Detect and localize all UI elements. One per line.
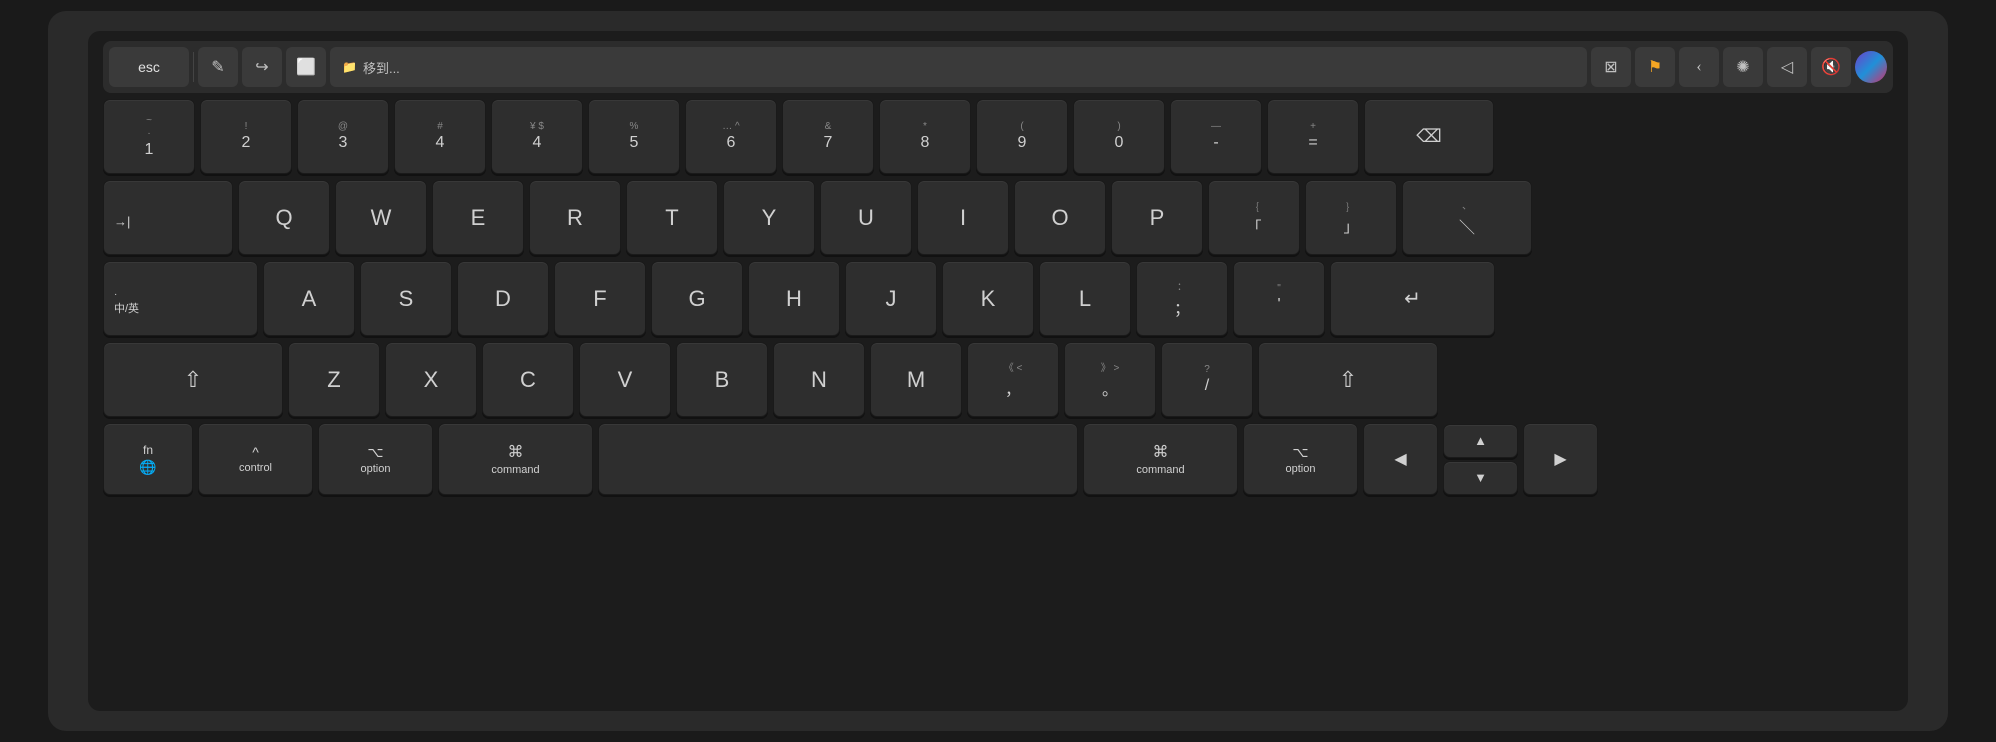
key-m[interactable]: M [870, 342, 962, 417]
key-7[interactable]: & 7 [782, 99, 874, 174]
tb-compose-btn[interactable]: ✎ [198, 47, 238, 87]
key-t[interactable]: T [626, 180, 718, 255]
laptop-body: esc ✎ ↪ ⬜ 📁 移到... ⊠ ⚑ ‹ ✺ ◁ 🔇 ~ [48, 11, 1948, 731]
key-slash[interactable]: ? / [1161, 342, 1253, 417]
tb-divider [193, 52, 194, 82]
key-arrow-up[interactable]: ▲ [1443, 424, 1518, 458]
key-v[interactable]: V [579, 342, 671, 417]
esc-key[interactable]: esc [109, 47, 189, 87]
key-g[interactable]: G [651, 261, 743, 336]
key-lbracket[interactable]: ｛ 「 [1208, 180, 1300, 255]
key-8[interactable]: * 8 [879, 99, 971, 174]
key-backtick[interactable]: ~ · 1 [103, 99, 195, 174]
key-l[interactable]: L [1039, 261, 1131, 336]
key-tab[interactable]: →| [103, 180, 233, 255]
key-a[interactable]: A [263, 261, 355, 336]
tb-nav-prev-btn[interactable]: ‹ [1679, 47, 1719, 87]
key-k[interactable]: K [942, 261, 1034, 336]
key-n[interactable]: N [773, 342, 865, 417]
tb-delete-btn[interactable]: ⊠ [1591, 47, 1631, 87]
key-h[interactable]: H [748, 261, 840, 336]
key-w[interactable]: W [335, 180, 427, 255]
key-comma[interactable]: 《 < ， [967, 342, 1059, 417]
row-bottom: fn 🌐 ^ control ⌥ option [103, 423, 1893, 495]
key-shift-right[interactable]: ⇧ [1258, 342, 1438, 417]
key-4[interactable]: # 4 [394, 99, 486, 174]
key-equals[interactable]: + = [1267, 99, 1359, 174]
key-j[interactable]: J [845, 261, 937, 336]
key-s[interactable]: S [360, 261, 452, 336]
key-6[interactable]: … ^ 6 [685, 99, 777, 174]
key-quote[interactable]: " ' [1233, 261, 1325, 336]
key-i[interactable]: I [917, 180, 1009, 255]
key-b[interactable]: B [676, 342, 768, 417]
touch-bar: esc ✎ ↪ ⬜ 📁 移到... ⊠ ⚑ ‹ ✺ ◁ 🔇 [103, 41, 1893, 93]
arrow-ud-container: ▲ ▼ [1443, 424, 1518, 495]
key-command-right[interactable]: ⌘ command [1083, 423, 1238, 495]
key-q[interactable]: Q [238, 180, 330, 255]
tb-siri-btn[interactable] [1855, 51, 1887, 83]
key-r[interactable]: R [529, 180, 621, 255]
key-5[interactable]: ¥ $ 4 [491, 99, 583, 174]
key-u[interactable]: U [820, 180, 912, 255]
tb-flag-btn[interactable]: ⚑ [1635, 47, 1675, 87]
tb-address-bar[interactable]: 📁 移到... [330, 47, 1587, 87]
key-d[interactable]: D [457, 261, 549, 336]
key-e[interactable]: E [432, 180, 524, 255]
key-o[interactable]: O [1014, 180, 1106, 255]
tb-archive-btn[interactable]: ⬜ [286, 47, 326, 87]
row-qwerty: →| Q W E R T Y U I O P ｛ 「 [103, 180, 1893, 255]
keyboard-area: esc ✎ ↪ ⬜ 📁 移到... ⊠ ⚑ ‹ ✺ ◁ 🔇 ~ [88, 31, 1908, 711]
key-option-left[interactable]: ⌥ option [318, 423, 433, 495]
row-asdf: · 中/英 A S D F G H J K L ： ； [103, 261, 1893, 336]
key-semicolon[interactable]: ： ； [1136, 261, 1228, 336]
key-2[interactable]: ! 2 [200, 99, 292, 174]
key-y[interactable]: Y [723, 180, 815, 255]
key-fn[interactable]: fn 🌐 [103, 423, 193, 495]
tb-forward-btn[interactable]: ↪ [242, 47, 282, 87]
key-9[interactable]: ( 9 [976, 99, 1068, 174]
tb-brightness-btn[interactable]: ✺ [1723, 47, 1763, 87]
key-backspace[interactable]: ⌫ [1364, 99, 1494, 174]
key-command-left[interactable]: ⌘ command [438, 423, 593, 495]
key-arrow-down[interactable]: ▼ [1443, 461, 1518, 495]
row-zxcv: ⇧ Z X C V B N M 《 < ， 》 > 。 [103, 342, 1893, 417]
key-c[interactable]: C [482, 342, 574, 417]
key-x[interactable]: X [385, 342, 477, 417]
key-minus[interactable]: — - [1170, 99, 1262, 174]
key-return[interactable]: ↵ [1330, 261, 1495, 336]
key-caps-lock[interactable]: · 中/英 [103, 261, 258, 336]
key-5b[interactable]: % 5 [588, 99, 680, 174]
key-f[interactable]: F [554, 261, 646, 336]
key-z[interactable]: Z [288, 342, 380, 417]
key-arrow-left[interactable]: ◀ [1363, 423, 1438, 495]
key-option-right[interactable]: ⌥ option [1243, 423, 1358, 495]
key-0[interactable]: ) 0 [1073, 99, 1165, 174]
keyboard-rows: ~ · 1 ! 2 @ 3 [103, 99, 1893, 696]
key-space[interactable] [598, 423, 1078, 495]
speaker-left [60, 171, 100, 571]
key-control[interactable]: ^ control [198, 423, 313, 495]
key-arrow-right[interactable]: ▶ [1523, 423, 1598, 495]
key-rbracket[interactable]: ｝ 」 [1305, 180, 1397, 255]
speaker-right [1896, 171, 1936, 571]
key-backslash[interactable]: 、 ＼ [1402, 180, 1532, 255]
key-shift-left[interactable]: ⇧ [103, 342, 283, 417]
key-period[interactable]: 》 > 。 [1064, 342, 1156, 417]
key-3[interactable]: @ 3 [297, 99, 389, 174]
tb-vol-down-btn[interactable]: ◁ [1767, 47, 1807, 87]
key-p[interactable]: P [1111, 180, 1203, 255]
row-numbers: ~ · 1 ! 2 @ 3 [103, 99, 1893, 174]
tb-address-text: 移到... [363, 58, 400, 77]
tb-mute-btn[interactable]: 🔇 [1811, 47, 1851, 87]
